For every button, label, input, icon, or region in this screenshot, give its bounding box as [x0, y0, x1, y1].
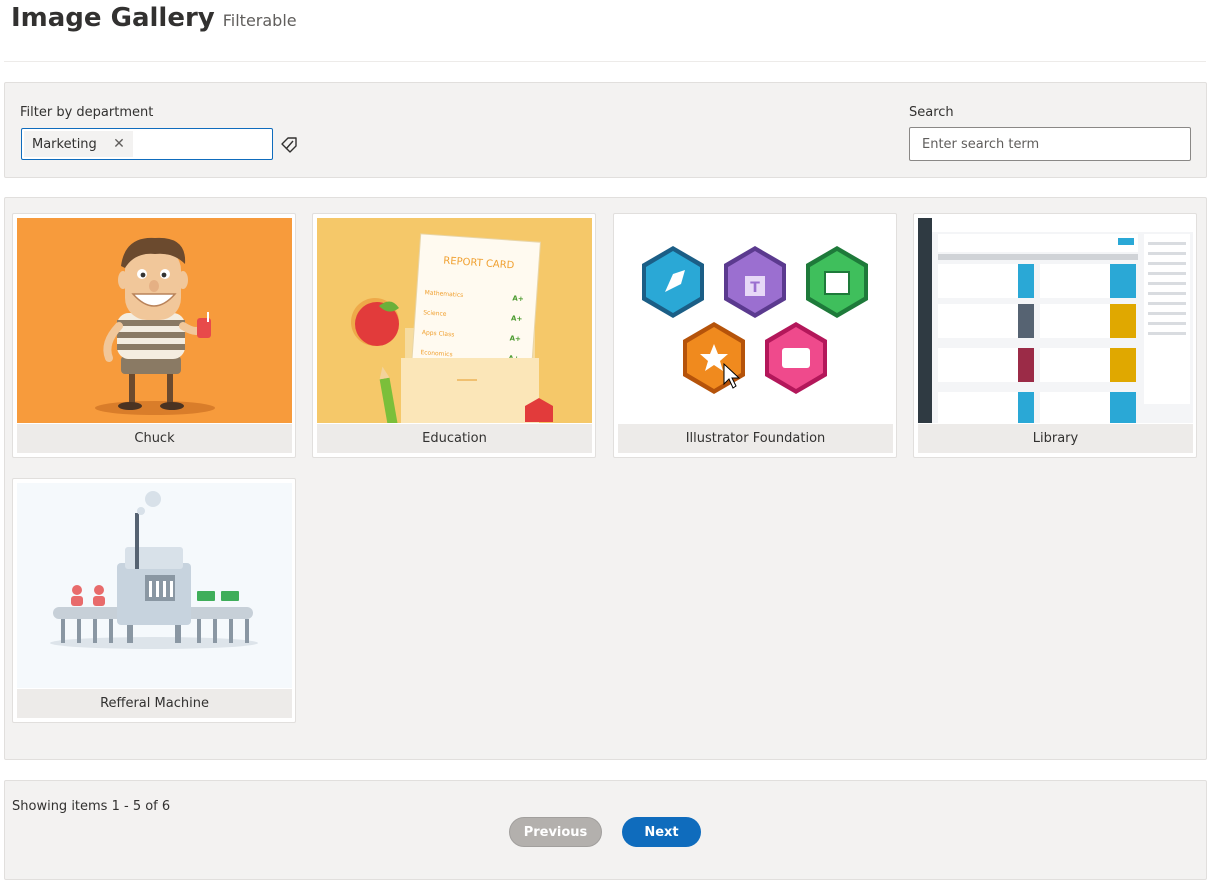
search-input[interactable]: [909, 127, 1191, 161]
department-tag: Marketing ✕: [24, 131, 133, 157]
gallery-card-illustrator-foundation[interactable]: T Illustrator Foundation: [613, 213, 897, 458]
card-caption: Illustrator Foundation: [618, 424, 893, 453]
gallery-card-education[interactable]: REPORT CARD Mathematics A+ Science A+ Ap…: [312, 213, 596, 458]
items-count: Showing items 1 - 5 of 6: [12, 799, 171, 814]
header-divider: [4, 61, 1206, 62]
card-caption: Education: [317, 424, 592, 453]
refferal-machine-image: [17, 483, 292, 688]
department-picker[interactable]: Marketing ✕: [21, 128, 273, 160]
report-card-grade: A+: [512, 294, 524, 303]
filter-panel: Filter by department Marketing ✕ Search: [4, 82, 1207, 178]
report-card-grade: A+: [511, 314, 523, 323]
page-header: Image Gallery Filterable: [11, 0, 297, 40]
gallery-panel: Chuck REPORT CARD Mathematics A+ Science…: [4, 197, 1207, 760]
gallery-card-chuck[interactable]: Chuck: [12, 213, 296, 458]
department-filter-label: Filter by department: [20, 105, 154, 120]
card-caption: Chuck: [17, 424, 292, 453]
pagination-panel: Showing items 1 - 5 of 6 Previous Next: [4, 780, 1207, 880]
library-image: [918, 218, 1193, 423]
education-image: REPORT CARD Mathematics A+ Science A+ Ap…: [317, 218, 592, 423]
clear-filter-icon[interactable]: [279, 134, 299, 154]
card-caption: Refferal Machine: [17, 689, 292, 718]
previous-button[interactable]: Previous: [509, 817, 602, 847]
chuck-image: [17, 218, 292, 423]
gallery-card-library[interactable]: Library: [913, 213, 1197, 458]
page-title: Image Gallery: [11, 3, 215, 33]
next-button[interactable]: Next: [622, 817, 701, 847]
department-tag-label: Marketing: [32, 136, 97, 152]
search-label: Search: [909, 105, 954, 120]
page-subtitle: Filterable: [222, 11, 297, 30]
card-caption: Library: [918, 424, 1193, 453]
report-card-grade: A+: [509, 334, 521, 343]
gallery-card-refferal-machine[interactable]: Refferal Machine: [12, 478, 296, 723]
illustrator-foundation-image: T: [618, 218, 893, 423]
svg-text:T: T: [750, 280, 760, 296]
remove-tag-icon[interactable]: ✕: [110, 135, 128, 153]
